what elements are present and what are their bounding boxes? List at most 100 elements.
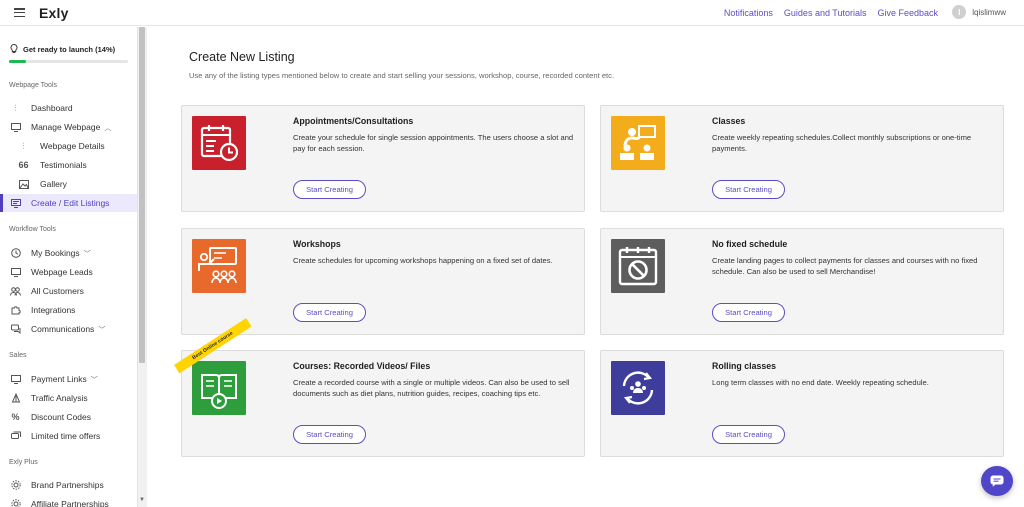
listing-icon <box>10 198 21 209</box>
sidebar-item-label: Communications ﹀ <box>31 323 106 334</box>
page-subtitle: Use any of the listing types mentioned b… <box>189 71 615 80</box>
start-creating-button[interactable]: Start Creating <box>712 303 785 322</box>
sidebar-item-gallery[interactable]: Gallery <box>0 175 137 193</box>
sidebar-item-label: Traffic Analysis <box>31 393 88 403</box>
listing-card-workshops[interactable]: Workshops Create schedules for upcoming … <box>181 228 585 335</box>
sidebar: Get ready to launch (14%) Webpage Tools … <box>0 27 137 507</box>
top-bar: Exly Notifications Guides and Tutorials … <box>0 0 1024 26</box>
card-description: Create your schedule for single session … <box>293 133 574 153</box>
card-title: Appointments/Consultations <box>293 116 414 126</box>
listing-card-classes[interactable]: Classes Create weekly repeating schedule… <box>600 105 1004 212</box>
sliders-icon: ⫶ <box>22 140 25 151</box>
workshop-presentation-icon <box>192 239 246 293</box>
card-title: Workshops <box>293 239 341 249</box>
brand-logo[interactable]: Exly <box>39 5 69 21</box>
section-sales: Sales <box>9 352 27 359</box>
sidebar-item-label: Dashboard <box>31 103 73 113</box>
start-creating-button[interactable]: Start Creating <box>712 180 785 199</box>
chat-icon <box>990 475 1004 487</box>
sidebar-item-label: Manage Webpage ︿ <box>31 121 112 132</box>
listing-card-courses[interactable]: Best Online course Courses: Recorded Vid… <box>174 318 585 457</box>
sidebar-item-label: Limited time offers <box>31 431 101 441</box>
monitor-icon <box>10 374 21 385</box>
start-creating-button[interactable]: Start Creating <box>712 425 785 444</box>
traffic-icon <box>10 393 21 404</box>
card-title: Classes <box>712 116 746 126</box>
notifications-link[interactable]: Notifications <box>724 8 773 18</box>
sidebar-item-integrations[interactable]: Integrations <box>0 301 137 319</box>
avatar[interactable]: I <box>952 5 967 19</box>
listing-card-appointments[interactable]: Appointments/Consultations Create your s… <box>181 105 585 212</box>
sidebar-item-webpage-details[interactable]: ⫶ Webpage Details <box>0 137 137 155</box>
quote-icon: 66 <box>18 160 29 170</box>
listing-card-no-fixed-schedule[interactable]: No fixed schedule Create landing pages t… <box>600 228 1004 335</box>
top-links: Notifications Guides and Tutorials Give … <box>724 8 938 18</box>
card-title: Courses: Recorded Videos/ Files <box>293 361 431 371</box>
listing-card-rolling-classes[interactable]: Rolling classes Long term classes with n… <box>600 350 1004 457</box>
chat-widget-button[interactable] <box>981 466 1013 496</box>
give-feedback-link[interactable]: Give Feedback <box>877 8 938 18</box>
calendar-prohibited-icon <box>611 239 665 293</box>
sidebar-scroll-thumb[interactable] <box>139 27 145 363</box>
sidebar-item-affiliate-partnerships[interactable]: Affiliate Partnerships <box>0 495 137 507</box>
sidebar-item-label: Webpage Details <box>40 141 105 151</box>
menu-icon[interactable] <box>14 8 25 18</box>
sidebar-item-my-bookings[interactable]: My Bookings ﹀ <box>0 244 137 262</box>
sidebar-item-label: Discount Codes <box>31 412 92 422</box>
card-description: Create landing pages to collect payments… <box>712 256 978 276</box>
sidebar-item-label: Create / Edit Listings <box>31 198 110 208</box>
sidebar-item-dashboard[interactable]: ⫶ Dashboard <box>0 99 137 117</box>
sliders-icon: ⫶ <box>14 102 17 113</box>
sidebar-item-label: Brand Partnerships <box>31 480 104 490</box>
username[interactable]: lqislimww <box>972 8 1006 17</box>
card-description: Create weekly repeating schedules.Collec… <box>712 133 972 153</box>
page-title: Create New Listing <box>189 50 295 64</box>
start-creating-button[interactable]: Start Creating <box>293 180 366 199</box>
chevron-down-icon: ﹀ <box>83 250 91 258</box>
sidebar-item-discount-codes[interactable]: % Discount Codes <box>0 408 137 426</box>
puzzle-icon <box>10 305 21 316</box>
chevron-up-icon: ︿ <box>104 124 112 132</box>
launch-text: Get ready to launch (14%) <box>23 44 116 54</box>
percent-icon: % <box>11 412 20 422</box>
sidebar-item-brand-partnerships[interactable]: Brand Partnerships <box>0 476 137 494</box>
sidebar-item-label: Affiliate Partnerships <box>31 499 109 507</box>
classroom-icon <box>611 116 665 170</box>
sidebar-item-testimonials[interactable]: 66 Testimonials <box>0 156 137 174</box>
section-workflow-tools: Workflow Tools <box>9 226 56 233</box>
section-exly-plus: Exly Plus <box>9 459 38 466</box>
start-creating-button[interactable]: Start Creating <box>293 425 366 444</box>
sidebar-item-limited-time-offers[interactable]: Limited time offers <box>0 427 137 445</box>
sidebar-item-label: Webpage Leads <box>31 267 93 277</box>
main-content: Create New Listing Use any of the listin… <box>147 27 1024 507</box>
sidebar-item-create-edit-listings[interactable]: Create / Edit Listings <box>0 194 137 212</box>
chat-icon <box>10 324 21 335</box>
sidebar-item-webpage-leads[interactable]: Webpage Leads <box>0 263 137 281</box>
offer-icon <box>10 431 21 442</box>
card-description: Create a recorded course with a single o… <box>293 378 570 398</box>
user-menu[interactable]: I lqislimww <box>952 5 1006 19</box>
sidebar-item-label: Payment Links ﹀ <box>31 373 98 384</box>
clock-icon <box>10 248 21 259</box>
rolling-refresh-icon <box>611 361 665 415</box>
sidebar-item-payment-links[interactable]: Payment Links ﹀ <box>0 370 137 388</box>
card-title: Rolling classes <box>712 361 777 371</box>
sidebar-item-manage-webpage[interactable]: Manage Webpage ︿ <box>0 118 137 136</box>
card-description: Long term classes with no end date. Week… <box>712 378 929 387</box>
scroll-down-arrow-icon[interactable]: ▼ <box>139 497 145 503</box>
monitor-icon <box>10 122 21 133</box>
sidebar-item-traffic-analysis[interactable]: Traffic Analysis <box>0 389 137 407</box>
monitor-icon <box>10 267 21 278</box>
sidebar-item-communications[interactable]: Communications ﹀ <box>0 320 137 338</box>
guides-link[interactable]: Guides and Tutorials <box>784 8 867 18</box>
sidebar-item-label: My Bookings ﹀ <box>31 247 91 258</box>
sidebar-item-label: Integrations <box>31 305 76 315</box>
launch-progress-label[interactable]: Get ready to launch (14%) <box>10 44 115 54</box>
start-creating-button[interactable]: Start Creating <box>293 303 366 322</box>
card-description: Create schedules for upcoming workshops … <box>293 256 553 265</box>
gear-icon <box>10 499 21 507</box>
gear-icon <box>10 480 21 491</box>
sidebar-item-label: All Customers <box>31 286 84 296</box>
sidebar-item-all-customers[interactable]: All Customers <box>0 282 137 300</box>
card-title: No fixed schedule <box>712 239 788 249</box>
